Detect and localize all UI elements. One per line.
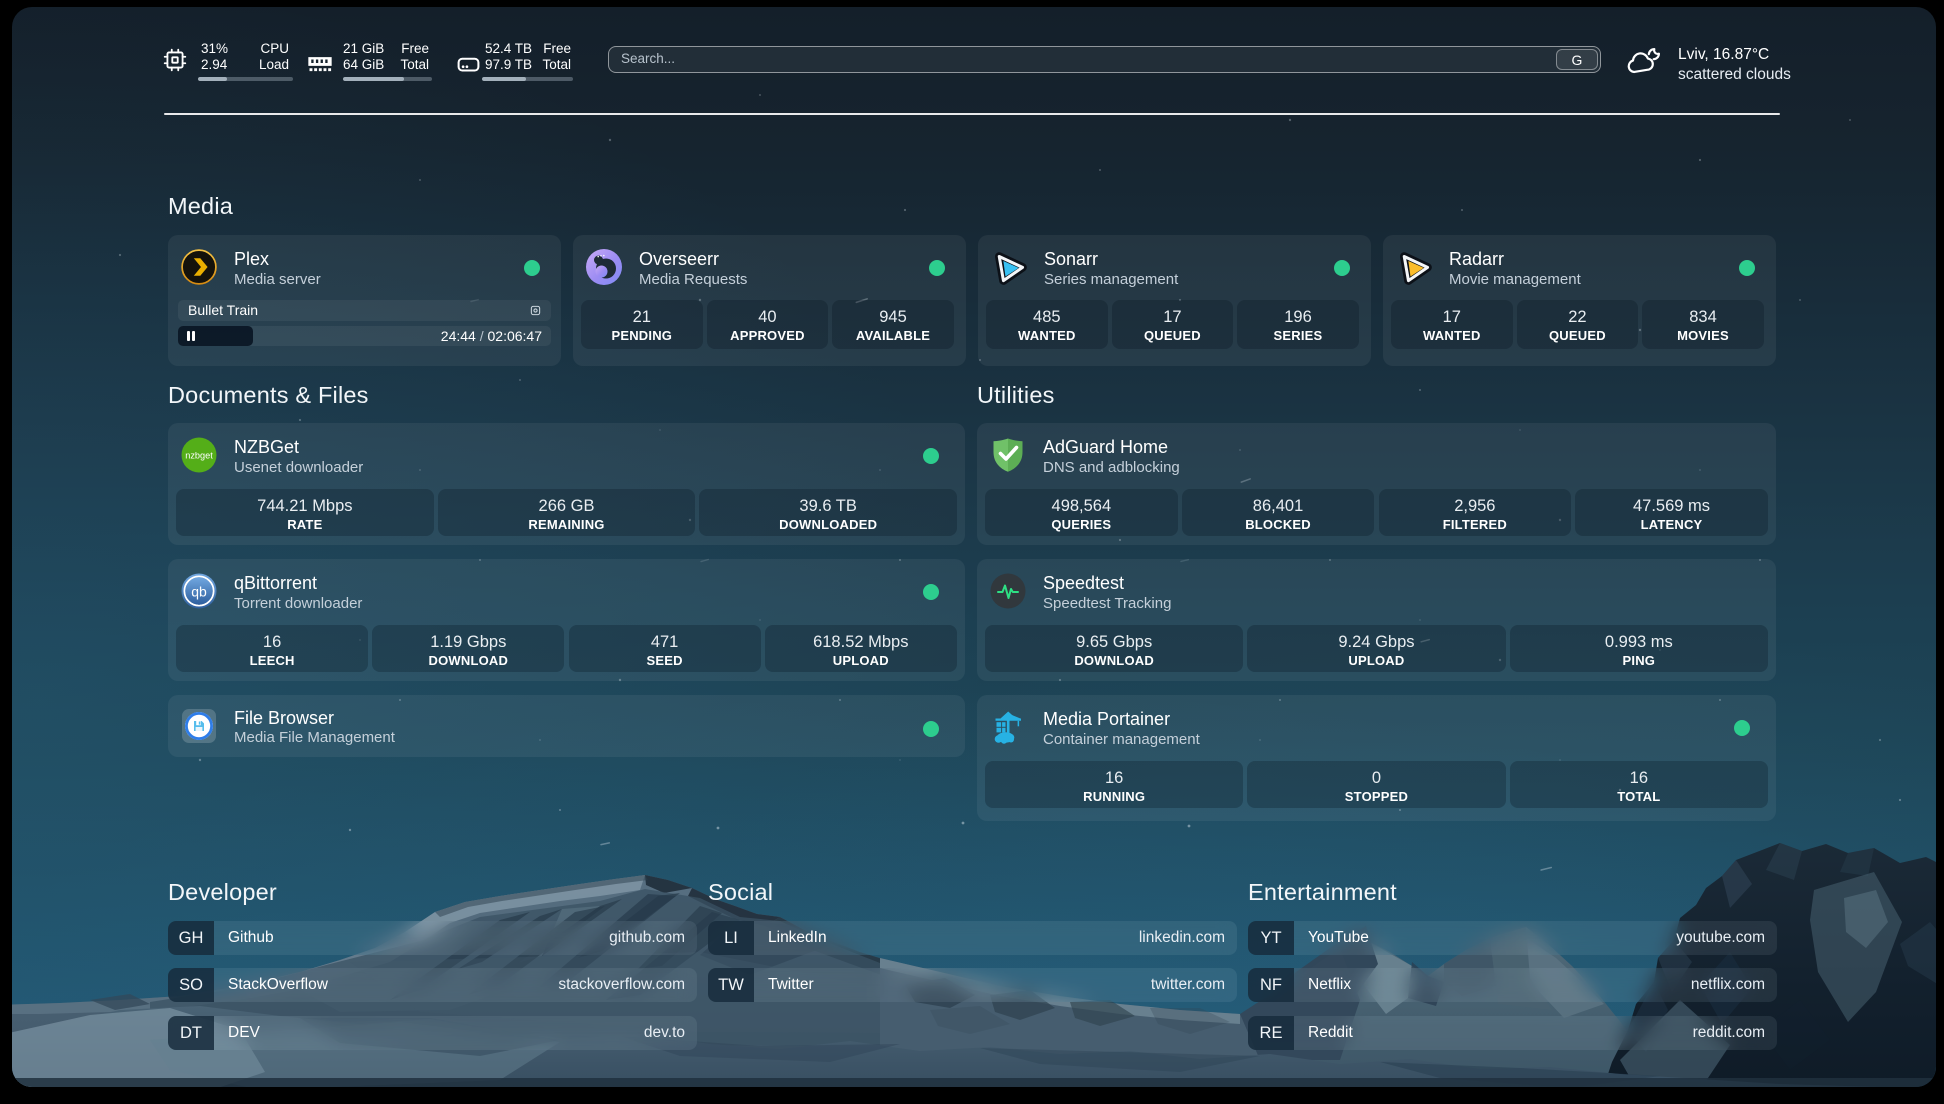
svg-text:nzbget: nzbget	[185, 451, 213, 461]
svg-text:qb: qb	[191, 584, 207, 600]
